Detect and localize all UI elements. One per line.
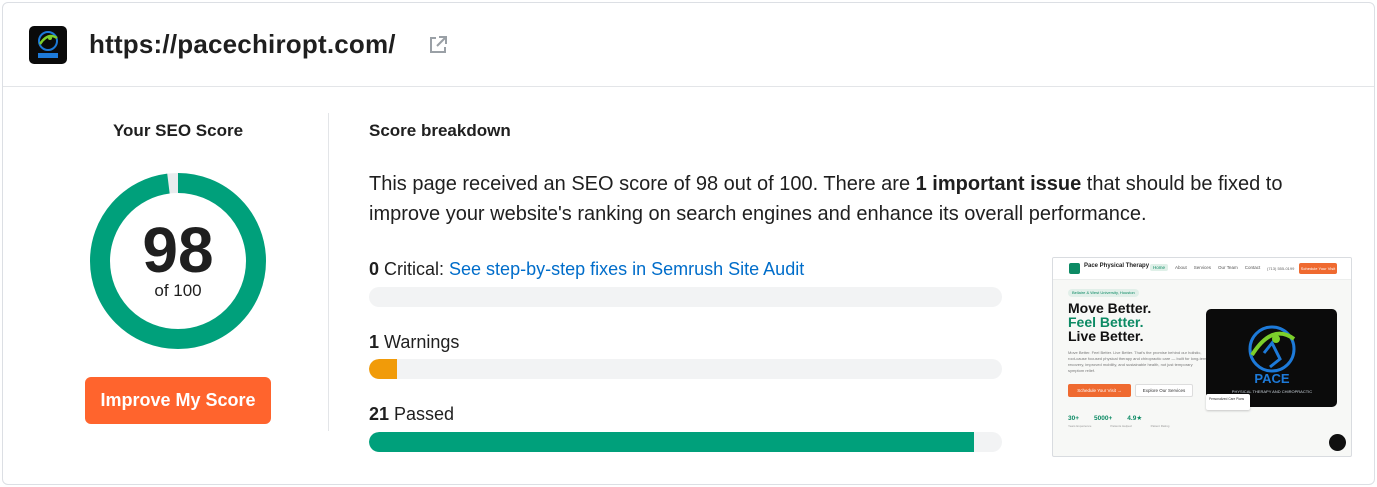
passed-text: Passed	[389, 404, 455, 424]
critical-count: 0	[369, 259, 380, 279]
thumb-phone: (713) 555-0199	[1267, 266, 1295, 271]
thumb-stat-label: Patients Helped	[1110, 424, 1132, 428]
passed-bar	[369, 432, 1002, 452]
thumb-location-pill: Bellaire & West University, Houston	[1068, 289, 1139, 297]
breakdown-title: Score breakdown	[369, 121, 511, 140]
thumb-stat-labels: Years Experience Patients Helped Patient R…	[1068, 424, 1188, 428]
passed-label: 21 Passed	[369, 404, 454, 425]
passed-bar-fill	[369, 432, 974, 452]
thumb-headline-line: Feel Better.	[1068, 314, 1144, 330]
thumb-headline-line: Live Better.	[1068, 328, 1144, 344]
page-screenshot-thumbnail: Pace Physical Therapy Home About Services O…	[1052, 257, 1352, 457]
thumb-brand: Pace Physical Therapy	[1084, 263, 1150, 269]
warnings-label: 1 Warnings	[369, 332, 459, 353]
thumb-stat: 4.9★	[1127, 415, 1143, 422]
thumb-menu: Home About Services Our Team Contact	[1150, 264, 1267, 271]
thumb-nav: Pace Physical Therapy Home About Services O…	[1053, 258, 1351, 280]
column-divider	[328, 113, 329, 431]
site-favicon	[29, 26, 67, 64]
site-audit-link[interactable]: See step-by-step fixes in Semrush Site A…	[449, 259, 804, 279]
thumb-stats: 30+ 5000+ 4.9★	[1068, 414, 1157, 422]
thumb-paragraph: Move Better. Feel Better. Live Better. T…	[1068, 350, 1208, 373]
thumb-primary-button: Schedule Your Visit →	[1068, 384, 1131, 397]
improve-score-button[interactable]: Improve My Score	[85, 377, 271, 424]
score-summary: This page received an SEO score of 98 ou…	[369, 169, 1354, 229]
passed-count: 21	[369, 404, 390, 424]
critical-text: Critical:	[379, 259, 450, 279]
thumb-cta: Schedule Your Visit	[1299, 263, 1337, 274]
critical-label: 0 Critical: See step-by-step fixes in Se…	[369, 259, 804, 280]
critical-bar	[369, 287, 1002, 307]
warnings-text: Warnings	[379, 332, 460, 352]
score-panel: Your SEO Score 98 of 100 Improve My Scor…	[3, 88, 328, 485]
warnings-count: 1	[369, 332, 380, 352]
thumb-care-card: Personalized Care Plans	[1206, 394, 1250, 410]
card-header: https://pacechiropt.com/	[3, 3, 1374, 87]
thumb-secondary-button: Explore Our Services	[1135, 384, 1193, 397]
thumb-stat-label: Years Experience	[1068, 424, 1092, 428]
thumb-badge	[1329, 434, 1346, 451]
warnings-bar-fill	[369, 359, 398, 379]
thumb-nav-item: Contact	[1244, 265, 1261, 270]
external-link-icon[interactable]	[427, 34, 449, 56]
thumb-stat: 5000+	[1094, 415, 1113, 422]
score-max: of 100	[154, 281, 201, 300]
thumb-logo-icon	[1069, 263, 1080, 274]
site-url: https://pacechiropt.com/	[89, 29, 396, 59]
thumb-headline: Move Better. Feel Better. Live Better.	[1068, 301, 1151, 343]
thumb-nav-item: Home	[1150, 264, 1169, 271]
thumb-nav-item: Our Team	[1218, 265, 1238, 270]
thumb-nav-item: About	[1175, 265, 1187, 270]
thumb-headline-line: Move Better.	[1068, 300, 1152, 316]
thumb-hero-image: PACE PHYSICAL THERAPY AND CHIROPRACTIC	[1206, 309, 1337, 407]
summary-issue-count: 1 important issue	[915, 173, 1082, 195]
thumb-logo-text: PACE	[1254, 371, 1289, 386]
score-value: 98	[142, 214, 213, 286]
score-gauge: 98 of 100	[90, 173, 266, 349]
seo-score-card: https://pacechiropt.com/ Your SEO Score …	[2, 2, 1375, 485]
score-title: Your SEO Score	[112, 121, 244, 140]
thumb-stat-label: Patient Rating	[1150, 424, 1170, 428]
warnings-bar	[369, 359, 1002, 379]
thumb-stat: 30+	[1068, 415, 1080, 422]
summary-text-start: This page received an SEO score of 98 ou…	[369, 173, 916, 195]
thumb-nav-item: Services	[1193, 265, 1212, 270]
